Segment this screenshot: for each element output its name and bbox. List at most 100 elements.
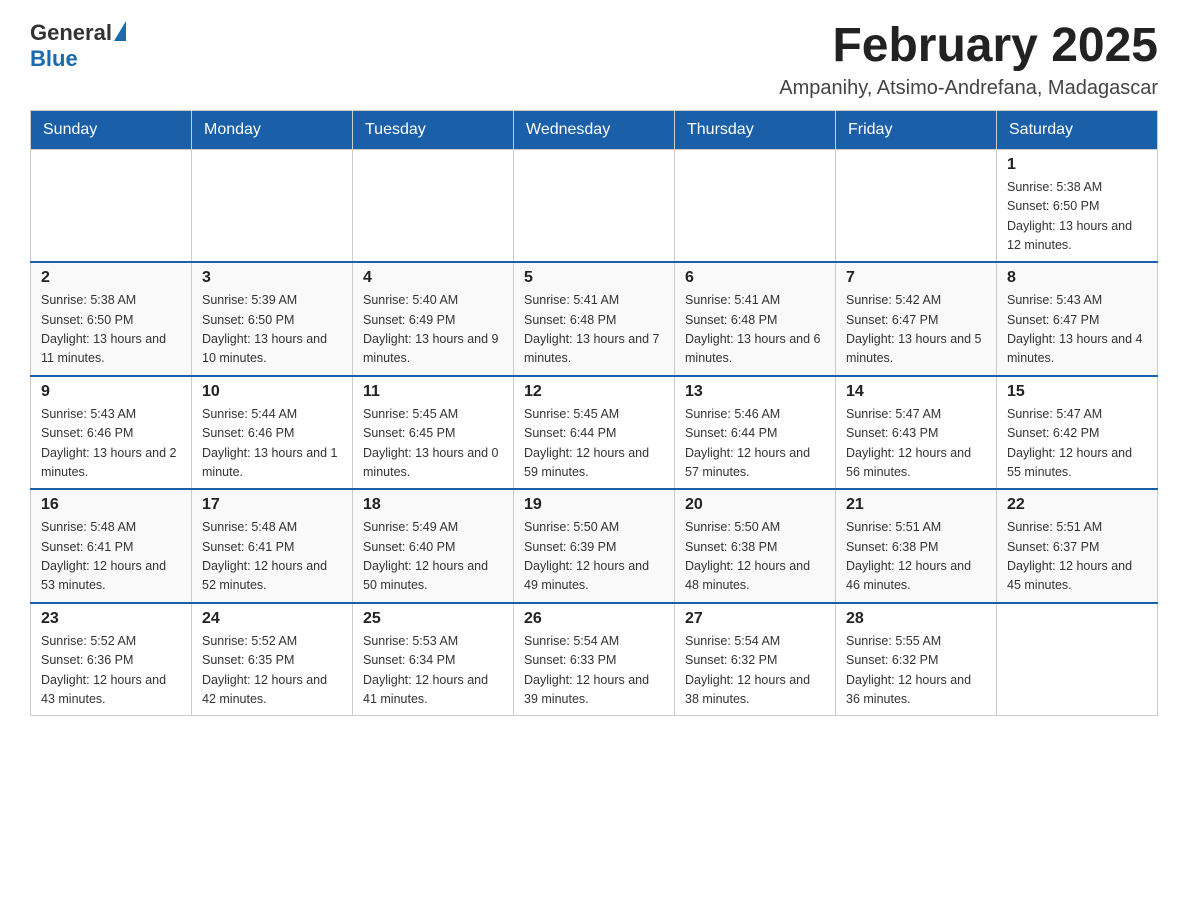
calendar-cell: 9 Sunrise: 5:43 AMSunset: 6:46 PMDaylight… — [31, 376, 192, 490]
day-info: Sunrise: 5:51 AMSunset: 6:37 PMDaylight:… — [1007, 518, 1147, 596]
calendar-cell: 13 Sunrise: 5:46 AMSunset: 6:44 PMDayligh… — [675, 376, 836, 490]
calendar-week-row: 9 Sunrise: 5:43 AMSunset: 6:46 PMDaylight… — [31, 376, 1158, 490]
day-info: Sunrise: 5:51 AMSunset: 6:38 PMDaylight:… — [846, 518, 986, 596]
calendar-cell — [514, 149, 675, 262]
day-number: 4 — [363, 269, 503, 287]
logo-blue-text: Blue — [30, 46, 126, 72]
day-info: Sunrise: 5:50 AMSunset: 6:38 PMDaylight:… — [685, 518, 825, 596]
logo-triangle-icon — [114, 21, 126, 41]
day-info: Sunrise: 5:38 AMSunset: 6:50 PMDaylight:… — [41, 291, 181, 369]
calendar-cell: 6 Sunrise: 5:41 AMSunset: 6:48 PMDaylight… — [675, 262, 836, 376]
calendar-cell: 22 Sunrise: 5:51 AMSunset: 6:37 PMDayligh… — [997, 489, 1158, 603]
day-number: 24 — [202, 610, 342, 628]
calendar-cell: 5 Sunrise: 5:41 AMSunset: 6:48 PMDaylight… — [514, 262, 675, 376]
calendar-cell: 14 Sunrise: 5:47 AMSunset: 6:43 PMDayligh… — [836, 376, 997, 490]
calendar-cell: 17Sunrise: 5:48 AMSunset: 6:41 PMDayligh… — [192, 489, 353, 603]
calendar-cell: 27 Sunrise: 5:54 AMSunset: 6:32 PMDayligh… — [675, 603, 836, 716]
day-number: 28 — [846, 610, 986, 628]
calendar-cell: 7 Sunrise: 5:42 AMSunset: 6:47 PMDaylight… — [836, 262, 997, 376]
day-number: 7 — [846, 269, 986, 287]
day-info: Sunrise: 5:44 AMSunset: 6:46 PMDaylight:… — [202, 405, 342, 483]
day-info: Sunrise: 5:52 AMSunset: 6:36 PMDaylight:… — [41, 632, 181, 710]
calendar-cell: 8Sunrise: 5:43 AMSunset: 6:47 PMDaylight… — [997, 262, 1158, 376]
day-info: Sunrise: 5:52 AMSunset: 6:35 PMDaylight:… — [202, 632, 342, 710]
day-info: Sunrise: 5:55 AMSunset: 6:32 PMDaylight:… — [846, 632, 986, 710]
calendar-weekday-sunday: Sunday — [31, 110, 192, 149]
day-info: Sunrise: 5:38 AMSunset: 6:50 PMDaylight:… — [1007, 178, 1147, 256]
page-header: General Blue February 2025 Ampanihy, Ats… — [30, 20, 1158, 100]
calendar-cell: 12 Sunrise: 5:45 AMSunset: 6:44 PMDayligh… — [514, 376, 675, 490]
calendar-cell: 20 Sunrise: 5:50 AMSunset: 6:38 PMDayligh… — [675, 489, 836, 603]
day-number: 18 — [363, 496, 503, 514]
day-info: Sunrise: 5:41 AMSunset: 6:48 PMDaylight:… — [685, 291, 825, 369]
calendar-cell: 26Sunrise: 5:54 AMSunset: 6:33 PMDayligh… — [514, 603, 675, 716]
calendar-cell — [31, 149, 192, 262]
day-number: 10 — [202, 383, 342, 401]
calendar-cell: 19Sunrise: 5:50 AMSunset: 6:39 PMDayligh… — [514, 489, 675, 603]
day-info: Sunrise: 5:48 AMSunset: 6:41 PMDaylight:… — [41, 518, 181, 596]
day-number: 21 — [846, 496, 986, 514]
logo-general-text: General — [30, 20, 112, 46]
day-info: Sunrise: 5:54 AMSunset: 6:33 PMDaylight:… — [524, 632, 664, 710]
calendar-cell: 11 Sunrise: 5:45 AMSunset: 6:45 PMDayligh… — [353, 376, 514, 490]
day-info: Sunrise: 5:50 AMSunset: 6:39 PMDaylight:… — [524, 518, 664, 596]
day-info: Sunrise: 5:41 AMSunset: 6:48 PMDaylight:… — [524, 291, 664, 369]
calendar-cell — [997, 603, 1158, 716]
day-info: Sunrise: 5:45 AMSunset: 6:44 PMDaylight:… — [524, 405, 664, 483]
calendar-cell — [836, 149, 997, 262]
day-number: 27 — [685, 610, 825, 628]
day-number: 3 — [202, 269, 342, 287]
day-number: 5 — [524, 269, 664, 287]
calendar-cell — [353, 149, 514, 262]
calendar-cell: 3 Sunrise: 5:39 AMSunset: 6:50 PMDaylight… — [192, 262, 353, 376]
calendar-cell: 15 Sunrise: 5:47 AMSunset: 6:42 PMDayligh… — [997, 376, 1158, 490]
day-info: Sunrise: 5:53 AMSunset: 6:34 PMDaylight:… — [363, 632, 503, 710]
calendar-weekday-saturday: Saturday — [997, 110, 1158, 149]
calendar-cell: 24 Sunrise: 5:52 AMSunset: 6:35 PMDayligh… — [192, 603, 353, 716]
day-info: Sunrise: 5:40 AMSunset: 6:49 PMDaylight:… — [363, 291, 503, 369]
day-number: 8 — [1007, 269, 1147, 287]
day-number: 23 — [41, 610, 181, 628]
calendar-cell: 21 Sunrise: 5:51 AMSunset: 6:38 PMDayligh… — [836, 489, 997, 603]
calendar-cell: 16Sunrise: 5:48 AMSunset: 6:41 PMDayligh… — [31, 489, 192, 603]
day-info: Sunrise: 5:39 AMSunset: 6:50 PMDaylight:… — [202, 291, 342, 369]
day-number: 6 — [685, 269, 825, 287]
day-info: Sunrise: 5:48 AMSunset: 6:41 PMDaylight:… — [202, 518, 342, 596]
calendar-weekday-tuesday: Tuesday — [353, 110, 514, 149]
calendar-table: SundayMondayTuesdayWednesdayThursdayFrid… — [30, 110, 1158, 717]
calendar-week-row: 23 Sunrise: 5:52 AMSunset: 6:36 PMDayligh… — [31, 603, 1158, 716]
day-number: 11 — [363, 383, 503, 401]
calendar-week-row: 2Sunrise: 5:38 AMSunset: 6:50 PMDaylight… — [31, 262, 1158, 376]
day-number: 20 — [685, 496, 825, 514]
day-info: Sunrise: 5:42 AMSunset: 6:47 PMDaylight:… — [846, 291, 986, 369]
location-title: Ampanihy, Atsimo-Andrefana, Madagascar — [779, 77, 1158, 100]
calendar-cell: 10 Sunrise: 5:44 AMSunset: 6:46 PMDayligh… — [192, 376, 353, 490]
month-title: February 2025 — [779, 20, 1158, 73]
calendar-cell — [675, 149, 836, 262]
day-info: Sunrise: 5:43 AMSunset: 6:46 PMDaylight:… — [41, 405, 181, 483]
calendar-cell: 2Sunrise: 5:38 AMSunset: 6:50 PMDaylight… — [31, 262, 192, 376]
day-info: Sunrise: 5:47 AMSunset: 6:43 PMDaylight:… — [846, 405, 986, 483]
day-number: 22 — [1007, 496, 1147, 514]
calendar-weekday-friday: Friday — [836, 110, 997, 149]
day-number: 12 — [524, 383, 664, 401]
calendar-week-row: 16Sunrise: 5:48 AMSunset: 6:41 PMDayligh… — [31, 489, 1158, 603]
calendar-cell: 23 Sunrise: 5:52 AMSunset: 6:36 PMDayligh… — [31, 603, 192, 716]
day-number: 9 — [41, 383, 181, 401]
day-number: 25 — [363, 610, 503, 628]
calendar-cell: 1 Sunrise: 5:38 AMSunset: 6:50 PMDaylight… — [997, 149, 1158, 262]
day-number: 15 — [1007, 383, 1147, 401]
calendar-cell: 25 Sunrise: 5:53 AMSunset: 6:34 PMDayligh… — [353, 603, 514, 716]
calendar-cell: 28 Sunrise: 5:55 AMSunset: 6:32 PMDayligh… — [836, 603, 997, 716]
day-number: 14 — [846, 383, 986, 401]
day-info: Sunrise: 5:47 AMSunset: 6:42 PMDaylight:… — [1007, 405, 1147, 483]
day-info: Sunrise: 5:54 AMSunset: 6:32 PMDaylight:… — [685, 632, 825, 710]
day-info: Sunrise: 5:46 AMSunset: 6:44 PMDaylight:… — [685, 405, 825, 483]
calendar-cell: 4 Sunrise: 5:40 AMSunset: 6:49 PMDaylight… — [353, 262, 514, 376]
calendar-weekday-wednesday: Wednesday — [514, 110, 675, 149]
day-number: 1 — [1007, 156, 1147, 174]
calendar-header-row: SundayMondayTuesdayWednesdayThursdayFrid… — [31, 110, 1158, 149]
day-info: Sunrise: 5:45 AMSunset: 6:45 PMDaylight:… — [363, 405, 503, 483]
day-number: 13 — [685, 383, 825, 401]
calendar-cell — [192, 149, 353, 262]
